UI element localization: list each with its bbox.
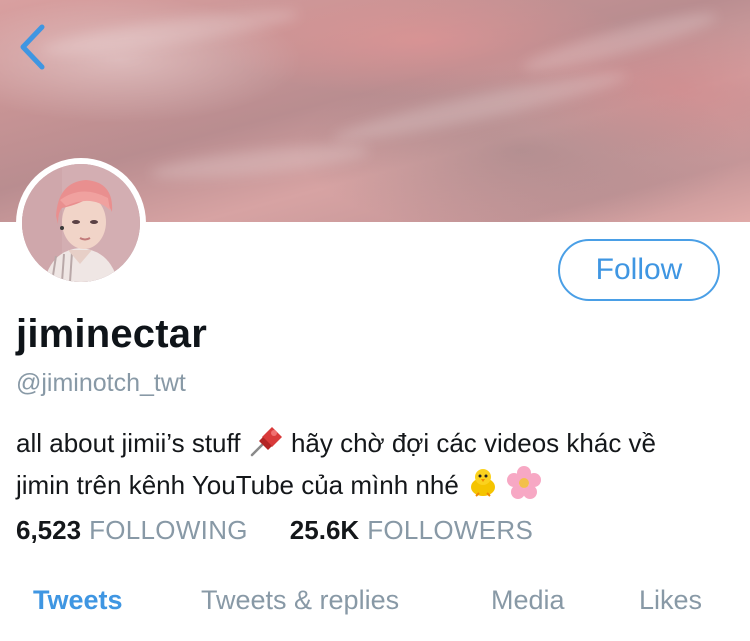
back-button[interactable] <box>12 22 52 72</box>
profile-tabs: Tweets Tweets & replies Media Likes <box>0 585 750 641</box>
tab-likes[interactable]: Likes <box>639 585 702 616</box>
bio-text-2: hãy chờ đợi các videos khác về <box>290 428 657 458</box>
tab-media[interactable]: Media <box>491 585 565 616</box>
cherry-blossom-icon <box>507 465 542 507</box>
avatar-image <box>22 164 140 282</box>
following-count: 6,523 <box>16 515 82 545</box>
chevron-left-icon <box>20 24 45 70</box>
avatar[interactable] <box>16 158 146 288</box>
chick-icon <box>466 465 500 507</box>
following-stat[interactable]: 6,523 FOLLOWING <box>16 515 248 546</box>
profile-page: Follow jiminectar @jiminotch_twt all abo… <box>0 0 750 641</box>
handle[interactable]: @jiminotch_twt <box>16 369 186 398</box>
followers-stat[interactable]: 25.6K FOLLOWERS <box>290 515 533 546</box>
following-label: FOLLOWING <box>89 515 248 545</box>
display-name: jiminectar <box>16 312 207 356</box>
profile-stats: 6,523 FOLLOWING 25.6K FOLLOWERS <box>16 515 533 546</box>
followers-label: FOLLOWERS <box>367 515 534 545</box>
tab-tweets[interactable]: Tweets <box>33 585 123 616</box>
follow-button[interactable]: Follow <box>558 239 720 301</box>
bio: all about jimii’s stuff hãy chờ đợi các … <box>16 425 736 507</box>
bio-text-1: all about jimii’s stuff <box>16 428 241 458</box>
tab-tweets-and-replies[interactable]: Tweets & replies <box>201 585 399 616</box>
pushpin-icon <box>248 425 284 465</box>
followers-count: 25.6K <box>289 515 360 545</box>
bio-text-3: jimin trên kênh YouTube của mình nhé <box>16 470 459 500</box>
